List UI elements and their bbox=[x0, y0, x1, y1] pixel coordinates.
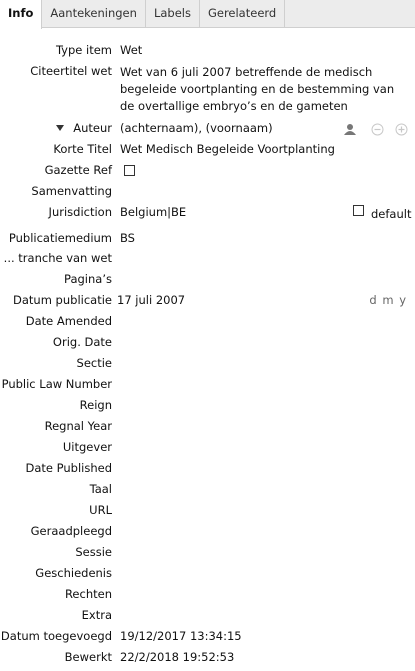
datum-toegevoegd-value: 19/12/2017 13:34:15 bbox=[120, 629, 242, 643]
field-label: Pagina’s bbox=[64, 272, 112, 286]
tab-aantekeningen[interactable]: Aantekeningen bbox=[42, 0, 146, 28]
jurisdiction-value[interactable]: Belgium|BE bbox=[120, 205, 186, 219]
field-label: URL bbox=[89, 503, 112, 517]
field-label: Date Amended bbox=[25, 314, 112, 328]
short-title-value[interactable]: Wet Medisch Begeleide Voortplanting bbox=[120, 142, 335, 156]
field-label: Date Published bbox=[25, 461, 112, 475]
publicatiemedium-value[interactable]: BS bbox=[120, 231, 135, 245]
field-label: Geraadpleegd bbox=[30, 524, 112, 538]
field-label: Citeertitel wet bbox=[30, 64, 112, 78]
bewerkt-value: 22/2/2018 19:52:53 bbox=[120, 650, 235, 664]
field-label: Rechten bbox=[64, 587, 112, 601]
field-label: Geschiedenis bbox=[35, 566, 112, 580]
expand-creators-icon[interactable] bbox=[56, 125, 64, 131]
gazette-ref-checkbox[interactable] bbox=[124, 165, 135, 176]
tab-bar: Info Aantekeningen Labels Gerelateerd bbox=[0, 0, 415, 29]
person-icon[interactable] bbox=[343, 123, 357, 135]
tab-gerelateerd[interactable]: Gerelateerd bbox=[200, 0, 286, 28]
tab-bar-filler bbox=[285, 0, 415, 27]
field-label: Type item bbox=[55, 43, 112, 57]
default-label: default bbox=[371, 207, 412, 221]
field-label: Datum publicatie bbox=[13, 293, 112, 307]
field-label: Samenvatting bbox=[31, 184, 112, 198]
item-type-select[interactable]: Wet bbox=[120, 43, 142, 57]
minus-circle-icon[interactable] bbox=[371, 123, 384, 136]
creator-name[interactable]: (achternaam), (voornaam) bbox=[120, 121, 273, 135]
tab-labels[interactable]: Labels bbox=[146, 0, 200, 28]
field-label: Uitgever bbox=[62, 440, 112, 454]
datum-publicatie-value[interactable]: 17 juli 2007 bbox=[117, 293, 185, 307]
field-label: Orig. Date bbox=[52, 335, 112, 349]
jurisdiction-default-checkbox[interactable] bbox=[353, 205, 364, 216]
field-label: Publicatiemedium bbox=[8, 231, 112, 245]
plus-circle-icon[interactable] bbox=[395, 123, 408, 136]
field-label: Sessie bbox=[75, 545, 112, 559]
field-label: Jurisdiction bbox=[48, 205, 112, 219]
date-format-indicator: d m y bbox=[369, 293, 407, 307]
field-label: Regnal Year bbox=[44, 419, 112, 433]
tab-info[interactable]: Info bbox=[0, 0, 43, 29]
field-label[interactable]: Auteur bbox=[73, 121, 112, 135]
field-label: Public Law Number bbox=[1, 377, 112, 391]
field-label: Gazette Ref bbox=[44, 163, 112, 177]
field-label: Reign bbox=[79, 398, 112, 412]
field-label: Datum toegevoegd bbox=[0, 629, 112, 643]
field-label: Sectie bbox=[76, 356, 112, 370]
field-label: Extra bbox=[81, 608, 112, 622]
title-value[interactable]: Wet van 6 juli 2007 betreffende de medis… bbox=[120, 64, 410, 115]
field-label: Korte Titel bbox=[53, 142, 112, 156]
field-label: ... tranche van wet bbox=[3, 251, 112, 265]
field-label: Bewerkt bbox=[64, 650, 112, 664]
field-label: Taal bbox=[89, 482, 112, 496]
